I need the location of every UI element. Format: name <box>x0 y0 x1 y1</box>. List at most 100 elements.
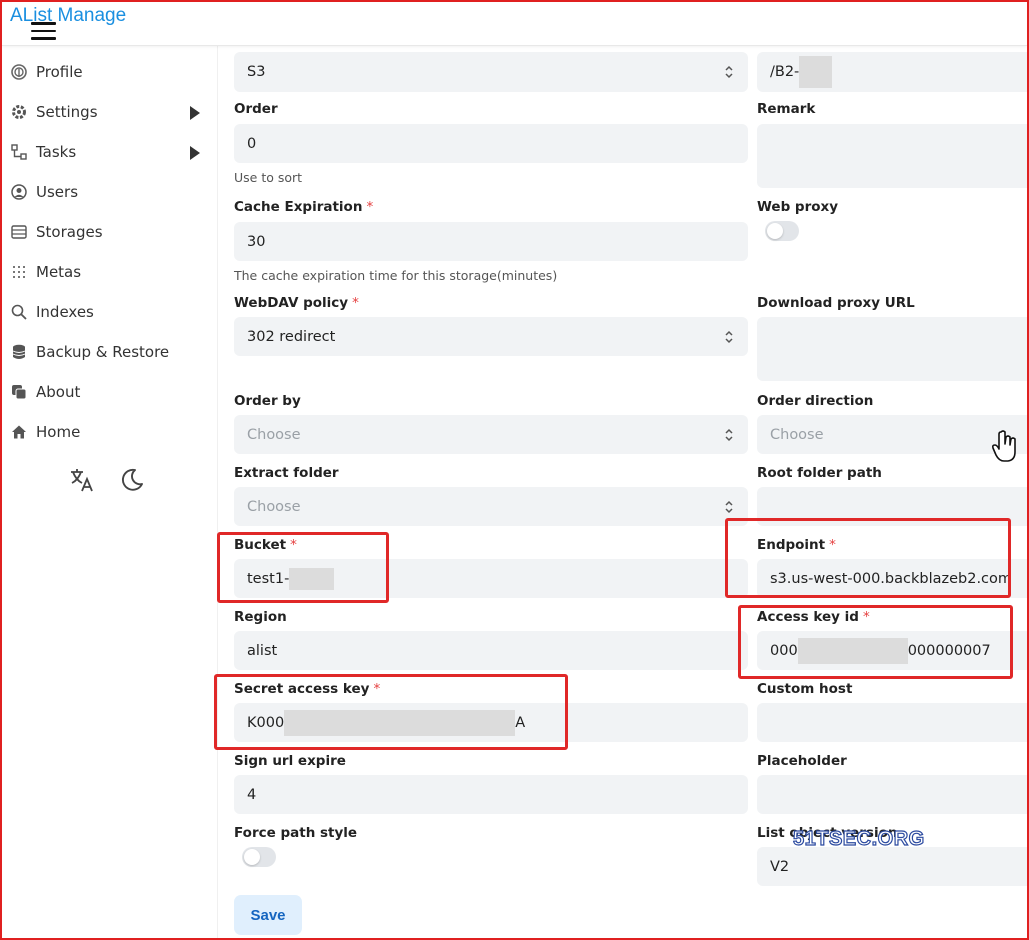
sidebar-item-backup-restore[interactable]: Backup & Restore <box>2 334 218 370</box>
hand-cursor-icon <box>991 430 1016 462</box>
home-icon <box>10 423 28 441</box>
expand-arrow-icon[interactable] <box>190 106 200 120</box>
database-icon <box>10 343 28 361</box>
about-icon <box>10 383 28 401</box>
endpoint-value: s3.us-west-000.backblazeb2.com <box>770 570 1013 587</box>
region-input[interactable]: alist <box>234 631 748 670</box>
sidebar-item-home[interactable]: Home <box>2 414 218 450</box>
download-proxy-textarea[interactable] <box>757 317 1027 381</box>
placeholder-input[interactable] <box>757 775 1027 814</box>
select-chevron-icon <box>725 65 733 79</box>
sidebar-item-about[interactable]: About <box>2 374 218 410</box>
redacted-block <box>797 637 908 664</box>
order-direction-value: Choose <box>770 426 824 443</box>
storage-edit-form: S3 /B2- Order Remark 0 Use to sort Cache… <box>219 46 1027 938</box>
access-key-input[interactable]: 000 000000007 <box>757 631 1027 670</box>
sidebar-item-label: Settings <box>36 103 98 121</box>
remark-label: Remark <box>757 101 816 117</box>
order-label: Order <box>234 101 278 117</box>
select-chevron-icon <box>725 330 733 343</box>
sign-url-input[interactable]: 4 <box>234 775 748 814</box>
order-by-select[interactable]: Choose <box>234 415 748 454</box>
endpoint-input[interactable]: s3.us-west-000.backblazeb2.com <box>757 559 1027 598</box>
moon-icon[interactable] <box>118 466 146 494</box>
extract-folder-value: Choose <box>247 498 301 515</box>
secret-key-label: Secret access key * <box>234 681 381 697</box>
driver-value: S3 <box>247 64 266 80</box>
list-version-select[interactable]: V2 <box>757 847 1027 886</box>
cache-expiration-value: 30 <box>247 233 266 250</box>
fingerprint-icon <box>10 63 28 81</box>
secret-key-suffix: A <box>515 714 526 731</box>
sidebar-item-label: Metas <box>36 263 82 281</box>
region-value: alist <box>247 642 278 659</box>
sidebar-item-metas[interactable]: Metas <box>2 254 218 290</box>
sidebar-item-users[interactable]: Users <box>2 174 218 210</box>
bucket-input[interactable]: test1- <box>234 559 748 598</box>
redacted-block <box>799 56 833 88</box>
driver-select[interactable]: S3 <box>234 52 748 92</box>
secret-key-input[interactable]: K000 A <box>234 703 748 742</box>
custom-host-input[interactable] <box>757 703 1027 742</box>
gear-icon <box>10 103 28 121</box>
storage-icon <box>10 223 28 241</box>
sidebar-item-profile[interactable]: Profile <box>2 54 218 90</box>
expand-arrow-icon[interactable] <box>190 146 200 160</box>
endpoint-label: Endpoint * <box>757 537 836 553</box>
access-key-prefix: 000 <box>770 642 798 659</box>
sidebar-item-indexes[interactable]: Indexes <box>2 294 218 330</box>
webdav-policy-value: 302 redirect <box>247 328 336 345</box>
order-direction-label: Order direction <box>757 393 874 409</box>
order-by-label: Order by <box>234 393 301 409</box>
cache-expiration-label: Cache Expiration * <box>234 199 374 215</box>
sidebar: Profile Settings Tasks Users Storages Me… <box>2 46 218 938</box>
extract-folder-select[interactable]: Choose <box>234 487 748 526</box>
sidebar-item-label: Backup & Restore <box>36 343 170 361</box>
app-title: AList Manage <box>10 5 127 26</box>
user-circle-icon <box>10 183 28 201</box>
order-by-value: Choose <box>247 426 301 443</box>
cache-expiration-input[interactable]: 30 <box>234 222 748 261</box>
bucket-label: Bucket * <box>234 537 297 553</box>
sidebar-item-tasks[interactable]: Tasks <box>2 134 218 170</box>
extract-folder-label: Extract folder <box>234 465 339 481</box>
access-key-label: Access key id * <box>757 609 870 625</box>
mount-path-input[interactable]: /B2- <box>757 52 1027 92</box>
sidebar-item-storages[interactable]: Storages <box>2 214 218 250</box>
metas-icon <box>10 263 28 281</box>
root-folder-input[interactable] <box>757 487 1027 526</box>
sidebar-item-label: Tasks <box>36 143 77 161</box>
access-key-suffix: 000000007 <box>907 642 991 659</box>
sidebar-item-settings[interactable]: Settings <box>2 94 218 130</box>
sidebar-item-label: Indexes <box>36 303 94 321</box>
search-icon <box>10 303 28 321</box>
save-button[interactable]: Save <box>234 895 302 935</box>
cache-help: The cache expiration time for this stora… <box>234 268 558 283</box>
placeholder-label: Placeholder <box>757 753 847 769</box>
webdav-policy-label: WebDAV policy * <box>234 295 359 311</box>
translate-icon[interactable] <box>68 466 96 494</box>
force-path-label: Force path style <box>234 825 358 841</box>
order-help: Use to sort <box>234 170 303 185</box>
remark-textarea[interactable] <box>757 124 1027 188</box>
sidebar-item-label: Home <box>36 423 81 441</box>
force-path-toggle[interactable] <box>242 847 276 867</box>
order-direction-select[interactable]: Choose <box>757 415 1027 454</box>
webdav-policy-select[interactable]: 302 redirect <box>234 317 748 356</box>
secret-key-prefix: K000 <box>247 714 285 731</box>
order-input[interactable]: 0 <box>234 124 748 163</box>
order-value: 0 <box>247 135 257 152</box>
sidebar-item-label: Storages <box>36 223 103 241</box>
redacted-block <box>284 709 516 736</box>
select-chevron-icon <box>725 428 733 441</box>
mount-path-value: /B2- <box>770 64 800 80</box>
download-proxy-label: Download proxy URL <box>757 295 915 311</box>
root-folder-label: Root folder path <box>757 465 882 481</box>
sign-url-label: Sign url expire <box>234 753 346 769</box>
web-proxy-toggle[interactable] <box>765 221 799 241</box>
sidebar-item-label: Users <box>36 183 79 201</box>
hamburger-menu-icon[interactable] <box>31 22 56 40</box>
tasks-icon <box>10 143 28 161</box>
sidebar-item-label: Profile <box>36 63 83 81</box>
sidebar-item-label: About <box>36 383 81 401</box>
